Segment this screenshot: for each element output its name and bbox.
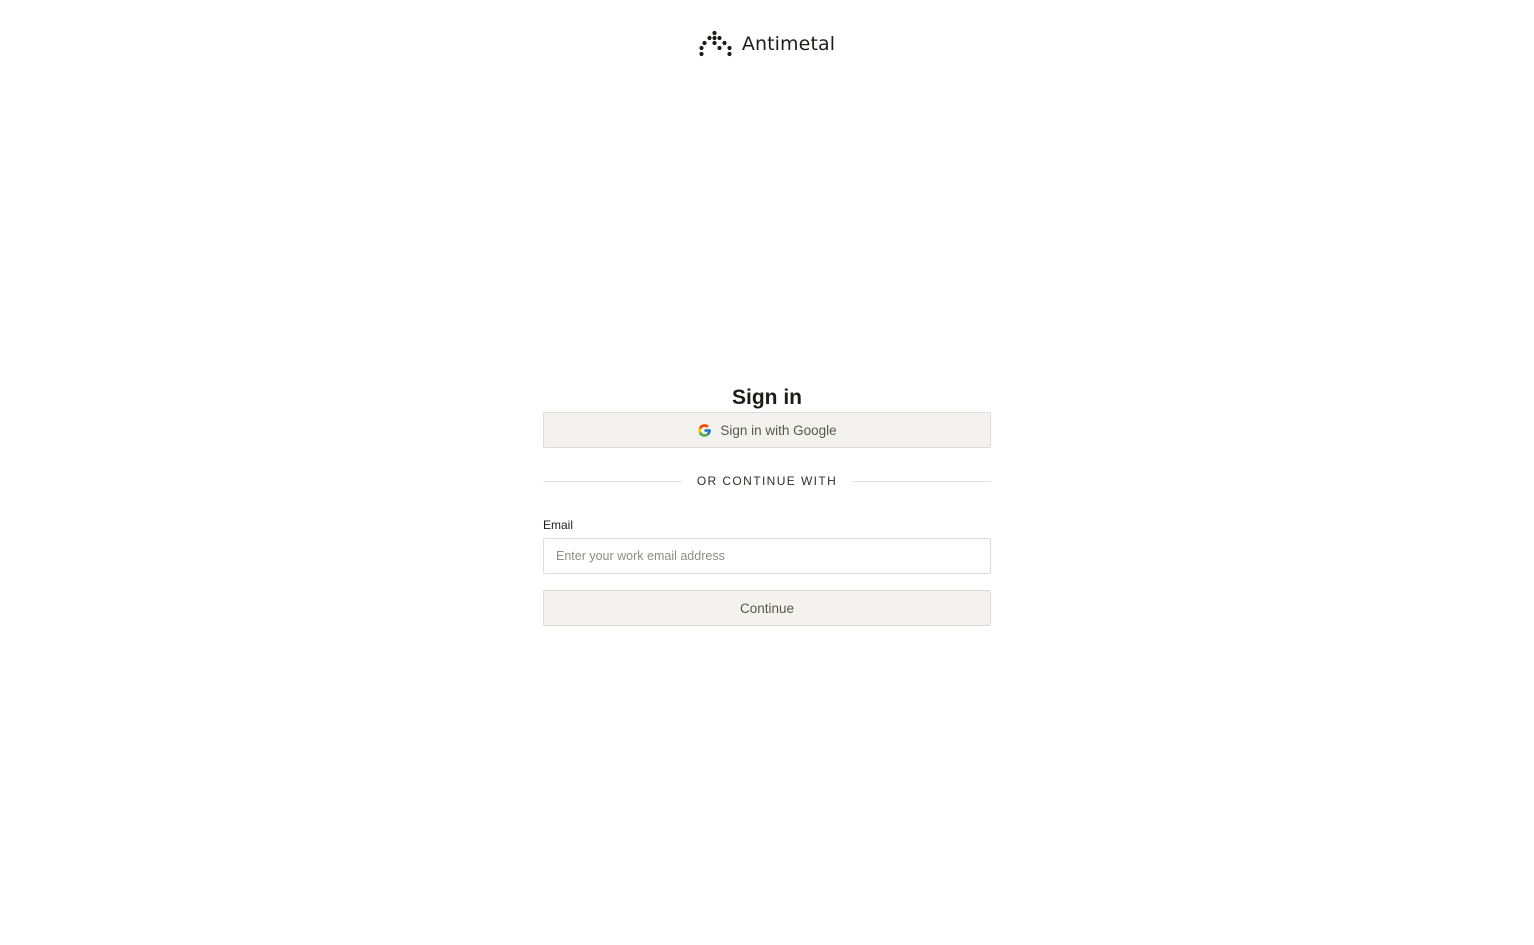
google-button-label: Sign in with Google <box>720 422 837 438</box>
google-icon <box>698 423 712 437</box>
sign-in-form: Sign in Sign in with Google OR CONTINUE … <box>543 383 992 626</box>
sign-in-with-google-button[interactable]: Sign in with Google <box>543 412 991 448</box>
email-input[interactable] <box>543 538 991 574</box>
divider-text: OR CONTINUE WITH <box>696 474 838 488</box>
divider-line-left <box>543 480 682 482</box>
email-label: Email <box>543 518 574 532</box>
continue-button-label: Continue <box>739 600 795 616</box>
brand-name: Antimetal <box>741 33 836 55</box>
continue-button[interactable]: Continue <box>543 590 991 626</box>
brand-header: Antimetal <box>0 30 1534 58</box>
page-title: Sign in <box>732 386 802 409</box>
antimetal-logo-icon <box>699 30 732 57</box>
divider-line-right <box>852 480 992 482</box>
sign-in-page: Antimetal Sign in Sign in with Google OR… <box>0 0 1534 945</box>
or-divider: OR CONTINUE WITH <box>543 472 992 490</box>
